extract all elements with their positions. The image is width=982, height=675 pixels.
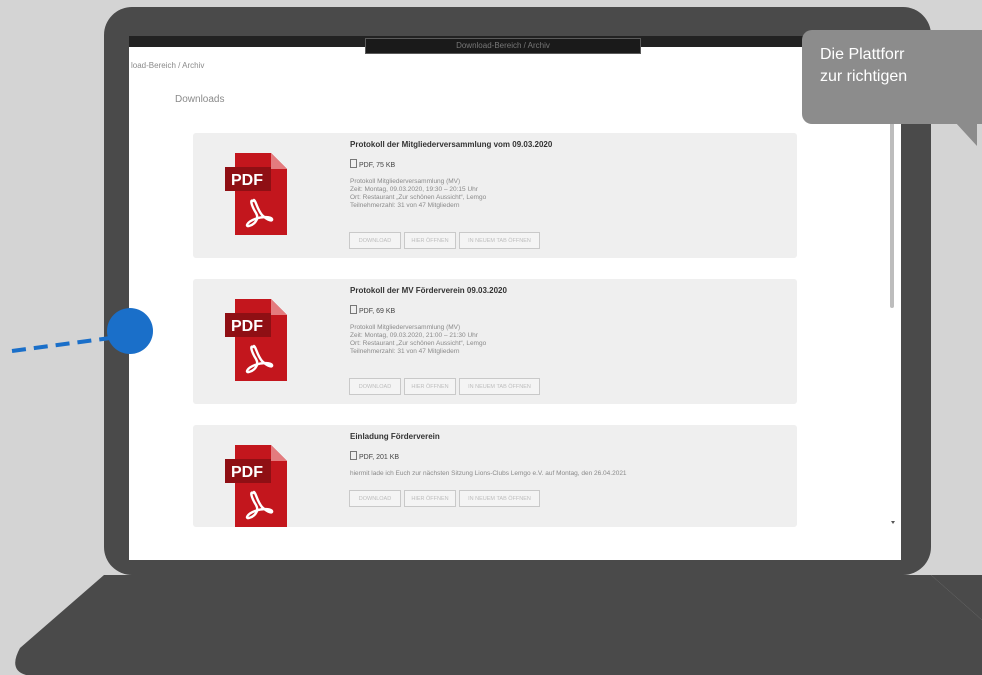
hotspot-dot[interactable] (107, 308, 153, 354)
